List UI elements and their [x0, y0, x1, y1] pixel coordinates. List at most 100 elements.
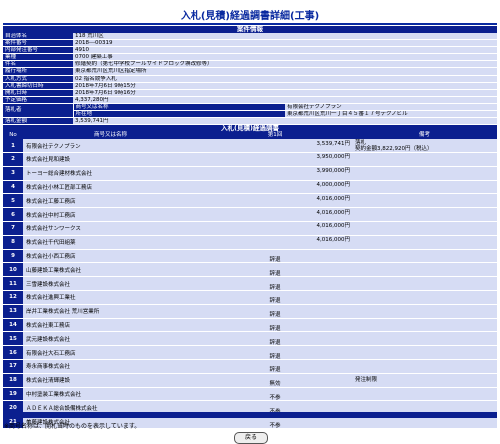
bid-company-name: 株式会社進興工業社: [23, 290, 198, 305]
footnote: ※商号名称は、開札当時のものを表示しています。: [4, 423, 141, 430]
bid-company-name: 中村塗装工業株式会社: [23, 387, 198, 402]
bid-no: 2: [3, 152, 23, 167]
bid-company-name: 寿永商事株式会社: [23, 359, 198, 374]
bid-round1: 不参: [198, 387, 352, 402]
bid-round1: 4,016,000円: [198, 193, 352, 209]
bid-round1-value: 辞退: [269, 312, 281, 319]
bid-row: 13 岸井工業株式会社 荒川営業所 辞退: [3, 304, 497, 319]
page-title: 入札(見積)経過調書詳細(工事): [180, 11, 320, 22]
bid-round1-value: 辞退: [269, 353, 281, 360]
bid-no: 7: [3, 221, 23, 236]
bid-company-name: 株式会社清輝建設: [23, 373, 198, 388]
bid-row: 10 山藤建設工業株式会社 辞退: [3, 262, 497, 278]
bid-note: [352, 180, 497, 195]
case-info-header: 案件情報: [3, 26, 497, 33]
winner-name-row: 落札者 商号又は名称 有限会社テクノプラン: [3, 103, 497, 119]
case-info-row: 開札日時 2018年7月6日 9時16分: [3, 89, 497, 97]
case-info-label: 内部発注番号: [3, 46, 73, 55]
winner-name: 有限会社テクノプラン: [285, 103, 497, 112]
case-info-value: 2018年7月6日 9時16分: [73, 89, 497, 97]
case-info-row: 入札書締切日時 2018年7月6日 9時15分: [3, 82, 497, 90]
bid-company-name: 株式会社千代田組薬: [23, 235, 198, 250]
bid-note: [352, 304, 497, 319]
case-info-row: 案件番号 2018---00319: [3, 39, 497, 48]
case-info-value: 東京都荒川区荒川区指定場所: [73, 67, 497, 76]
bid-row: 4 株式会社小林工匠部工務店 4,000,000円: [3, 180, 497, 195]
bid-row: 16 有限会社大石工務店 辞退: [3, 345, 497, 360]
bid-company-name: 株式会社小林工匠部工務店: [23, 180, 198, 195]
bid-no: 9: [3, 249, 23, 264]
bid-note: [352, 359, 497, 374]
bid-round1-value: 辞退: [269, 367, 281, 374]
bid-row: 12 株式会社進興工業社 辞退: [3, 290, 497, 305]
back-button[interactable]: 戻る: [234, 432, 268, 444]
bid-row: 6 株式会社中村工務店 4,016,000円: [3, 207, 497, 222]
case-info-value: 0700 建築工事: [73, 53, 497, 62]
bid-row: 2 株式会社見和建設 3,950,000円: [3, 152, 497, 167]
bid-company-name: 株式会社工藤工務店: [23, 193, 198, 209]
bid-no: 18: [3, 373, 23, 388]
bid-row: 11 三雪建設株式会社 辞退: [3, 276, 497, 291]
col-note: 備考: [352, 132, 497, 140]
bid-row: 1 有限会社テクノプラン 3,539,741円 落札 契約金額3,822,920円（税込…: [3, 139, 497, 154]
footer-band: [3, 412, 497, 418]
bid-round1: 辞退: [198, 359, 352, 374]
bid-note: [352, 249, 497, 264]
bid-round1: 辞退: [198, 331, 352, 347]
bid-round1-value: 辞退: [269, 339, 281, 346]
bid-note: 発注制限: [352, 373, 497, 388]
case-info-value: 2018年7月6日 9時15分: [73, 82, 497, 90]
bid-no: 12: [3, 290, 23, 305]
bid-note: 落札 契約金額3,822,920円（税込）: [352, 139, 497, 154]
bid-no: 14: [3, 318, 23, 333]
case-info-value: 4,337,280円: [73, 96, 497, 104]
bid-round1-value: 3,950,000円: [316, 154, 351, 161]
case-info-row: 業種 0700 建築工事: [3, 53, 497, 62]
col-round1: 第1回: [198, 132, 352, 140]
bid-no: 1: [3, 139, 23, 154]
case-info-label: 件名: [3, 60, 73, 69]
bid-round1: 辞退: [198, 249, 352, 264]
case-info-value: 4910: [73, 46, 497, 55]
winner-addr-row: 所在地 東京都荒川区荒川一丁目４５番１７号テクノビル: [3, 110, 497, 119]
bid-row: 5 株式会社工藤工務店 4,016,000円: [3, 193, 497, 209]
bid-company-name: 有限会社大石工務店: [23, 345, 198, 360]
bid-row: 18 株式会社清輝建設 無効 発注制限: [3, 373, 497, 388]
bid-note: [352, 331, 497, 347]
bid-round1-value: 4,016,000円: [316, 195, 351, 202]
bid-note: [352, 276, 497, 291]
case-info-label: 開札日時: [3, 89, 73, 97]
case-info-row: 入札方式 02 指名競争入札: [3, 75, 497, 83]
bid-round1: 辞退: [198, 262, 352, 278]
bid-round1: 辞退: [198, 304, 352, 319]
winner-addr: 東京都荒川区荒川一丁目４５番１７号テクノビル: [285, 110, 497, 119]
bid-round1: 無効: [198, 373, 352, 388]
case-info-row: 自治体名 118 荒川区: [3, 33, 497, 41]
bid-note: [352, 318, 497, 333]
case-info-value: 2018---00319: [73, 39, 497, 48]
bid-note: [352, 193, 497, 209]
bid-company-name: 株式会社東工務店: [23, 318, 198, 333]
bid-round1: 辞退: [198, 318, 352, 333]
bid-company-name: トーヨー総合建材株式会社: [23, 166, 198, 181]
bid-no: 17: [3, 359, 23, 374]
bid-no: 6: [3, 207, 23, 222]
bid-round1: 3,539,741円: [198, 139, 352, 154]
bid-round1: 辞退: [198, 276, 352, 291]
case-info-label: 入札書締切日時: [3, 82, 73, 90]
case-info-row: 件名 修繕契約（第七中学校プールサイドブロック塀改修等）: [3, 60, 497, 69]
bid-round1: 3,990,000円: [198, 166, 352, 181]
bid-round1-value: 辞退: [269, 284, 281, 291]
case-info-value: 118 荒川区: [73, 33, 497, 41]
bid-note: [352, 345, 497, 360]
bid-round1-value: 辞退: [269, 256, 281, 263]
case-info-label: 業種: [3, 53, 73, 62]
bid-round1-value: 4,016,000円: [316, 209, 351, 216]
col-name: 商号又は名称: [23, 132, 198, 140]
bid-round1: 4,016,000円: [198, 207, 352, 222]
bid-no: 19: [3, 387, 23, 402]
bid-company-name: 有限会社テクノプラン: [23, 139, 198, 154]
bid-round1: 4,000,000円: [198, 180, 352, 195]
bid-company-name: 山藤建設工業株式会社: [23, 262, 198, 278]
bid-no: 10: [3, 262, 23, 278]
